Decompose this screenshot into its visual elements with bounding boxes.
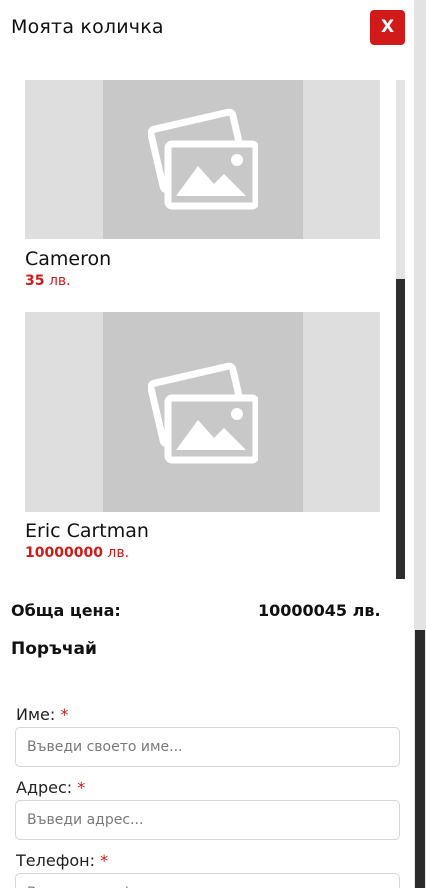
item-price: 10000000 лв. bbox=[25, 545, 130, 561]
image-placeholder-icon bbox=[148, 108, 258, 210]
page-scrollbar[interactable] bbox=[414, 0, 426, 888]
total-label: Обща цена: bbox=[11, 601, 121, 620]
cart-items-list[interactable]: Cameron 35 лв. Eric Cartman 10000000 лв. bbox=[0, 60, 414, 580]
item-name: Eric Cartman bbox=[25, 520, 149, 542]
page-scrollbar-thumb[interactable] bbox=[415, 630, 425, 888]
cart-item: Eric Cartman 10000000 лв. bbox=[25, 312, 380, 561]
phone-input[interactable] bbox=[15, 873, 400, 888]
total-value: 10000045 лв. bbox=[258, 601, 381, 620]
cart-panel: Моята количка X Cameron 35 лв. Eric Cart… bbox=[0, 0, 414, 888]
address-field-label: Адрес: * bbox=[16, 778, 86, 797]
order-heading: Поръчай bbox=[11, 639, 97, 659]
phone-field-label: Телефон: * bbox=[16, 851, 109, 870]
item-name: Cameron bbox=[25, 248, 112, 270]
image-placeholder-icon bbox=[148, 362, 258, 464]
name-input[interactable] bbox=[15, 727, 400, 767]
item-image bbox=[25, 80, 380, 239]
items-scrollbar-thumb[interactable] bbox=[396, 279, 405, 579]
item-price: 35 лв. bbox=[25, 273, 71, 289]
cart-item: Cameron 35 лв. bbox=[25, 80, 380, 289]
name-field-label: Име: * bbox=[16, 705, 69, 724]
close-button[interactable]: X bbox=[370, 10, 405, 45]
item-image bbox=[25, 312, 380, 512]
items-scrollbar[interactable] bbox=[396, 80, 405, 579]
address-input[interactable] bbox=[15, 800, 400, 840]
cart-title: Моята количка bbox=[11, 16, 164, 38]
